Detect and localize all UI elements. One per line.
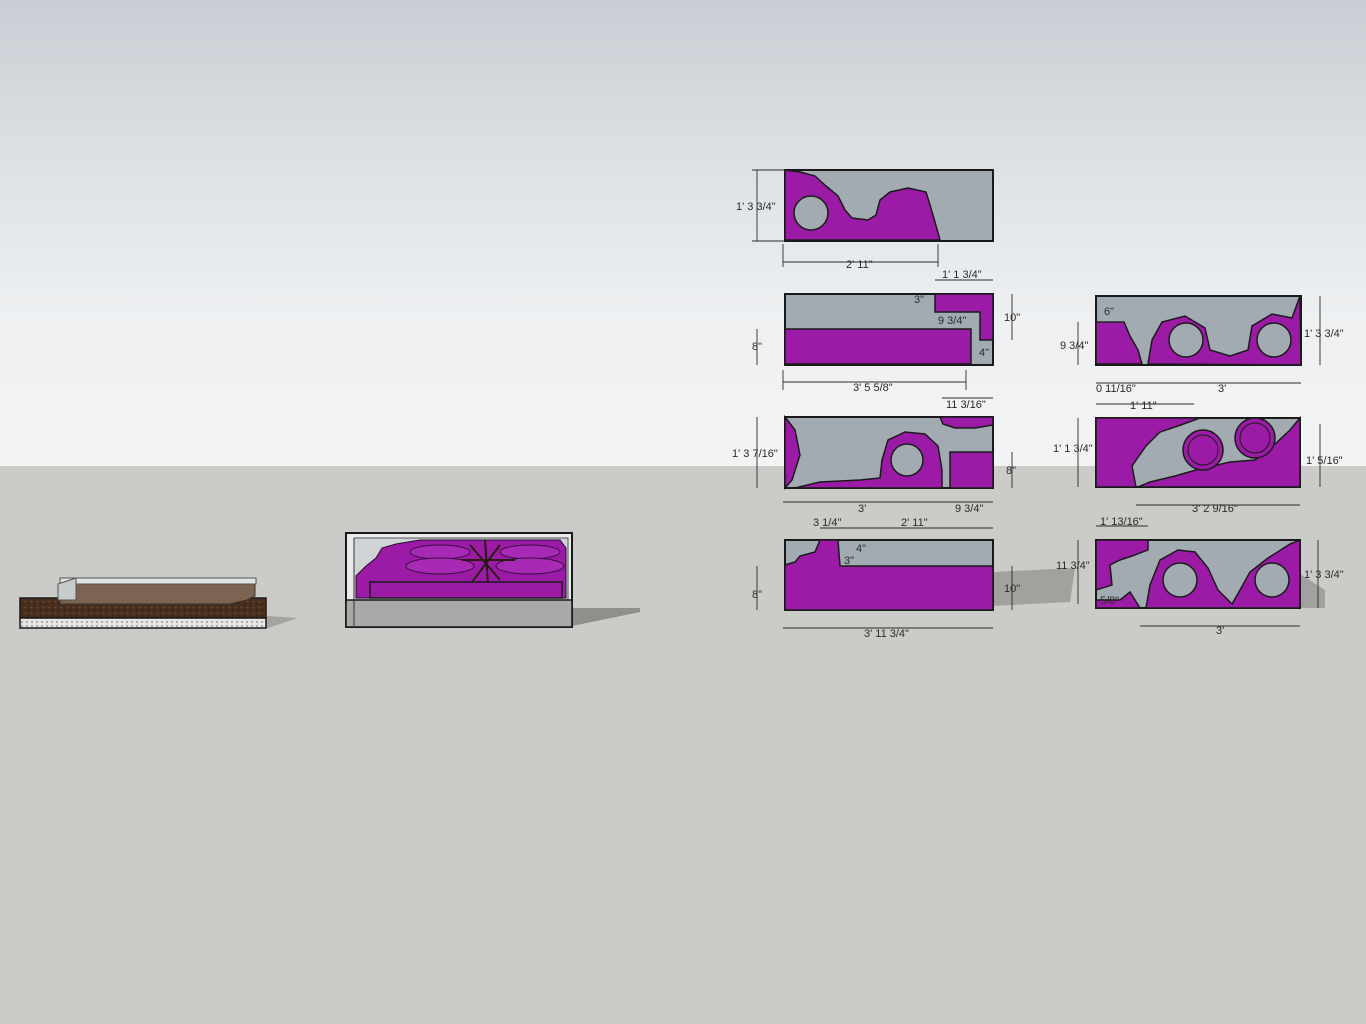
dim-bottom: 3' 2 9/16": [1192, 503, 1238, 515]
panel-2[interactable]: 1' 1 3/4" 3" 9 3/4" 10" 4" 8" 3' 5 5/8": [752, 269, 1020, 394]
dim-top-left: 3 1/4": [813, 517, 841, 529]
dim-left-width: 3': [858, 503, 866, 515]
dim-right: 8": [1006, 465, 1016, 477]
dim-inner: 9 3/4": [938, 315, 966, 327]
dim-top: 11 3/16": [946, 399, 986, 411]
glass-tank-model[interactable]: [345, 532, 640, 628]
dim-width: 2' 11": [846, 259, 873, 271]
dim-small: 4": [856, 543, 866, 555]
dim-top: 1' 13/16": [1100, 516, 1143, 528]
dim-left: 8": [752, 589, 762, 601]
panel-3[interactable]: 11 3/16" 1' 3 7/16" 8" 3' 9 3/4": [732, 397, 1016, 515]
dim-right: 10": [1004, 583, 1020, 595]
model-canvas[interactable]: 1' 3 3/4" 2' 11" 1' 1 3/4" 3" 9 3/4" 10"…: [0, 0, 1366, 1024]
dim-top-width: 2' 11": [901, 517, 928, 529]
dim-height: 1' 3 3/4": [736, 201, 776, 213]
dim-height: 1' 3 7/16": [732, 448, 778, 460]
dim-top: 1' 11": [1130, 400, 1157, 412]
dim-small: 5/8": [1100, 595, 1119, 607]
dim-right: 1' 5/16": [1306, 455, 1343, 467]
dim-small-2: 3": [844, 555, 854, 567]
dim-right: 1' 3 3/4": [1304, 569, 1344, 581]
panel-1[interactable]: 1' 3 3/4" 2' 11": [736, 169, 994, 271]
dim-small: 4": [979, 347, 989, 359]
panel-5[interactable]: 6" 9 3/4" 1' 3 3/4" 0 11/16" 3': [1060, 295, 1344, 395]
panel-6[interactable]: 1' 11" 1' 1 3/4" 1' 5/16" 3' 2 9/16": [1053, 400, 1343, 515]
dim-right: 10": [1004, 312, 1020, 324]
dim-width: 3' 5 5/8": [853, 382, 893, 394]
dim-bottom: 3': [1216, 625, 1224, 637]
dim-notch: 3": [914, 294, 924, 306]
terrarium-soil-model[interactable]: [19, 577, 298, 629]
dim-width: 3' 11 3/4": [864, 628, 909, 640]
dim-left: 1' 1 3/4": [1053, 443, 1093, 455]
dim-right: 1' 3 3/4": [1304, 328, 1344, 340]
dim-right-width: 9 3/4": [955, 503, 983, 515]
dim-top: 1' 1 3/4": [942, 269, 982, 281]
dim-left: 9 3/4": [1060, 340, 1088, 352]
panel-7[interactable]: 1' 13/16" 11 3/4" 5/8" 1' 3 3/4" 3': [1056, 516, 1344, 637]
dim-bottom-width: 3': [1218, 383, 1226, 395]
dim-bottom-left: 0 11/16": [1096, 383, 1136, 395]
panel-4[interactable]: 3 1/4" 2' 11" 4" 3" 8" 10" 3' 11 3/4": [752, 517, 1075, 640]
dim-top: 6": [1104, 306, 1114, 318]
dim-left: 11 3/4": [1056, 560, 1090, 572]
dim-left: 8": [752, 341, 762, 353]
sketchup-viewport[interactable]: 1' 3 3/4" 2' 11" 1' 1 3/4" 3" 9 3/4" 10"…: [0, 0, 1366, 1024]
